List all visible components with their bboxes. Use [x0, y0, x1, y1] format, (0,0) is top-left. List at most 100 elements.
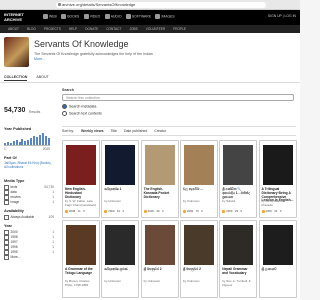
result-tile[interactable]: New English-Hindustani Dictionary by S. W… — [62, 140, 100, 218]
facet-option[interactable]: 1995 1 — [4, 250, 54, 255]
tile-title[interactable]: වල නැගවීම ... — [183, 187, 215, 192]
sort-date-published[interactable]: Date published — [124, 129, 147, 133]
book-cover[interactable] — [144, 145, 175, 185]
sort-creator[interactable]: Creator — [154, 129, 166, 133]
facet-option[interactable]: data 1 — [4, 190, 54, 195]
book-cover[interactable] — [223, 225, 254, 265]
year-to[interactable]: 2020 — [43, 147, 50, 151]
result-tile[interactable]: Nepali Grammar and Vocabulary by Rev. A. … — [219, 220, 258, 298]
checkbox-icon[interactable] — [4, 190, 9, 195]
tile-title[interactable]: ශ්‍රී ලංකාවේ — [262, 267, 294, 272]
nav-people[interactable]: PEOPLE — [173, 25, 186, 33]
nav-donate[interactable]: DONATE — [85, 25, 98, 33]
histogram-bar[interactable] — [30, 138, 33, 145]
facet-option[interactable]: movies 1 — [4, 195, 54, 200]
book-cover[interactable] — [66, 225, 96, 265]
tile-title[interactable]: A Grammar of the Telugu Language — [65, 267, 97, 276]
facet-option[interactable]: 1998 1 — [4, 235, 54, 240]
nav-projects[interactable]: PROJECTS — [44, 25, 61, 33]
histogram-bar[interactable] — [44, 136, 47, 145]
sort-weekly-views[interactable]: Weekly views — [81, 129, 104, 133]
checkbox-icon[interactable] — [4, 240, 9, 245]
histogram-bar[interactable] — [12, 141, 15, 145]
nav-volunteer[interactable]: VOLUNTEER — [146, 25, 165, 33]
histogram-bar[interactable] — [4, 143, 6, 145]
result-tile[interactable]: A Trilingual Dictionary Being A Comprehe… — [258, 140, 297, 218]
result-tile[interactable]: The English-Kannada Pocket Dictionary 200… — [140, 140, 179, 218]
internet-archive-logo[interactable]: INTERNET ARCHIVE — [4, 12, 24, 22]
histogram-bar[interactable] — [33, 136, 35, 145]
histogram-bar[interactable] — [41, 133, 44, 145]
checkbox-icon[interactable] — [4, 245, 9, 250]
address-bar[interactable]: archive.org/details/ServantsOfKnowledge — [56, 1, 266, 8]
tile-title[interactable]: The English-Kannada Pocket Dictionary — [144, 187, 176, 199]
tile-title[interactable]: ශ්‍රී මහනුවර 2 — [183, 267, 215, 272]
year-from[interactable]: 1 — [4, 147, 6, 151]
tile-title[interactable]: ශබ්දකෝෂ සුරණ — [104, 267, 136, 272]
result-tile[interactable]: ශබ්දකෝෂ සුරණ by Unknown — [101, 220, 140, 298]
nav-about[interactable]: ABOUT — [8, 25, 19, 33]
histogram-bar[interactable] — [24, 141, 27, 145]
more-link[interactable]: More... — [34, 57, 45, 61]
checkbox-icon[interactable] — [4, 235, 9, 240]
book-cover[interactable] — [223, 145, 254, 185]
facet-option[interactable]: Always Available 109 — [4, 215, 54, 220]
tile-title[interactable]: New English-Hindustani Dictionary — [65, 187, 97, 199]
book-cover[interactable] — [105, 225, 136, 265]
checkbox-icon[interactable] — [4, 215, 9, 220]
nav-contact[interactable]: CONTACT — [106, 25, 121, 33]
facet-option[interactable]: 1996 1 — [4, 245, 54, 250]
checkbox-icon[interactable] — [4, 250, 9, 255]
tab-collection[interactable]: COLLECTION — [4, 75, 28, 81]
result-tile[interactable]: ශ්‍රී මහනුවර 2 by Unknown — [140, 220, 179, 298]
nav-help[interactable]: HELP — [69, 25, 77, 33]
facet-option[interactable]: 1997 1 — [4, 240, 54, 245]
checkbox-icon[interactable] — [4, 255, 9, 260]
histogram-bar[interactable] — [35, 137, 38, 145]
result-tile[interactable]: වල නැගවීම ... by Unknown 2009 70 0 — [179, 140, 218, 218]
result-tile[interactable]: ශ්‍රී මහනුවර 2 by Unknown — [179, 220, 218, 298]
histogram-bar[interactable] — [47, 138, 50, 145]
histogram-bar[interactable] — [21, 139, 24, 145]
tile-title[interactable]: Nepali Grammar and Vocabulary — [222, 267, 254, 276]
search-option[interactable]: Search metadata — [62, 104, 296, 109]
result-tile[interactable]: ශ්‍රී පණ්ඩිත 🔍 අකාරාදිය 1 - මහින්ද ප්‍රක… — [219, 140, 258, 218]
nav-images[interactable]: IMAGES — [155, 14, 175, 19]
search-option[interactable]: Search text contents — [62, 110, 296, 116]
sort-title[interactable]: Title — [110, 129, 116, 133]
nav-video[interactable]: VIDEO — [83, 14, 100, 19]
tab-about[interactable]: ABOUT — [36, 75, 48, 80]
checkbox-icon[interactable] — [4, 200, 9, 205]
result-tile[interactable]: ශ්‍රී ලංකාවේ — [258, 220, 297, 298]
facet-option[interactable]: texts 54,730 — [4, 185, 54, 190]
histogram-bar[interactable] — [38, 135, 41, 145]
year-histogram[interactable] — [4, 133, 50, 146]
histogram-bar[interactable] — [27, 140, 30, 145]
part-of-links[interactable]: JaiGyan, Bharat Ek Khoj (Books), All col… — [4, 161, 54, 169]
facet-option[interactable]: 2000 1 — [4, 230, 54, 235]
nav-books[interactable]: BOOKS — [61, 14, 79, 19]
book-cover[interactable] — [262, 225, 293, 265]
nav-software[interactable]: SOFTWARE — [125, 14, 151, 19]
checkbox-icon[interactable] — [4, 185, 9, 190]
result-tile[interactable]: ශබ්දකෝෂ 1 by Unknown 2009 61 0 — [101, 140, 140, 218]
search-input[interactable]: Search this collection — [62, 94, 294, 101]
book-cover[interactable] — [105, 145, 136, 185]
book-cover[interactable] — [144, 225, 175, 265]
facet-option[interactable]: image 1 — [4, 200, 54, 205]
book-cover[interactable] — [262, 145, 293, 185]
checkbox-icon[interactable] — [4, 230, 9, 235]
histogram-bar[interactable] — [15, 140, 18, 145]
nav-web[interactable]: WEB — [43, 14, 57, 19]
tile-title[interactable]: ශ්‍රී මහනුවර 2 — [144, 267, 176, 272]
account-links[interactable]: SIGN UP | LOG IN — [268, 14, 296, 18]
checkbox-icon[interactable] — [4, 195, 9, 200]
nav-jobs[interactable]: JOBS — [129, 25, 137, 33]
histogram-bar[interactable] — [18, 142, 21, 145]
facet-option[interactable]: More... — [4, 255, 54, 260]
result-tile[interactable]: A Grammar of the Telugu Language by Brown… — [62, 220, 100, 298]
book-cover[interactable] — [183, 145, 214, 185]
book-cover[interactable] — [183, 225, 214, 265]
tile-title[interactable]: ශ්‍රී පණ්ඩිත 🔍 අකාරාදිය 1 - මහින්ද ප්‍රක… — [222, 187, 254, 199]
nav-audio[interactable]: AUDIO — [104, 14, 121, 19]
